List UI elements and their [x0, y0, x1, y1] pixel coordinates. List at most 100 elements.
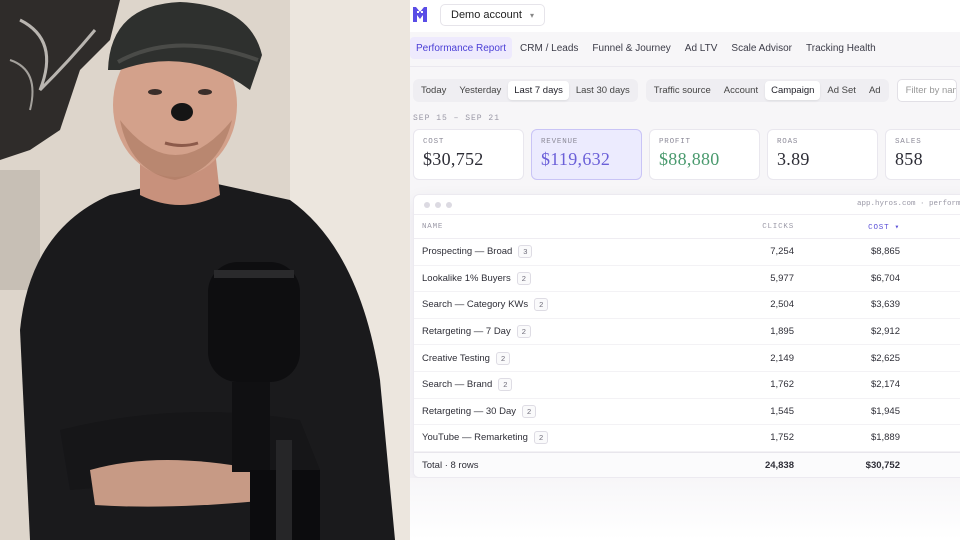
- cost-cell: $1,889: [870, 432, 900, 444]
- bottom-fade: [410, 478, 960, 540]
- kpi-value: $30,752: [423, 149, 484, 169]
- tab-scale-advisor[interactable]: Scale Advisor: [725, 37, 798, 59]
- ad-count-badge: 2: [534, 298, 549, 312]
- clicks-cell: 1,762: [770, 379, 794, 391]
- clicks-cell: 1,895: [770, 326, 794, 338]
- page-url: app.hyros.com · performance: [857, 200, 960, 208]
- chevron-down-icon: ▾: [529, 10, 534, 20]
- table-row[interactable]: Retargeting — 7 Day 2 1,895 $2,912: [414, 319, 960, 346]
- total-clicks: 24,838: [764, 459, 794, 471]
- tab-ad-ltv[interactable]: Ad LTV: [679, 37, 724, 59]
- browser-chrome: app.hyros.com · performance: [414, 195, 960, 215]
- level-campaign[interactable]: Campaign: [765, 81, 821, 100]
- table-row[interactable]: Retargeting — 30 Day 2 1,545 $1,945: [414, 399, 960, 426]
- campaign-name: Search — Brand: [422, 379, 493, 391]
- total-cost: $30,752: [865, 459, 900, 471]
- ad-count-badge: 3: [518, 245, 533, 259]
- filter-by-name-input[interactable]: Filter by name: [896, 79, 957, 102]
- ad-count-badge: 2: [533, 431, 549, 445]
- nav-divider: [410, 66, 960, 67]
- kpi-profit[interactable]: PROFIT $88,880: [649, 129, 760, 180]
- total-label: Total · 8 rows: [422, 459, 479, 471]
- clicks-cell: 1,752: [770, 432, 794, 444]
- table-row[interactable]: Creative Testing 2 2,149 $2,625: [414, 345, 960, 372]
- column-header-cost[interactable]: COST ▾: [854, 222, 900, 232]
- table-row[interactable]: Search — Brand 2 1,762 $2,174: [414, 372, 960, 399]
- analytics-app: Demo account ▾ Performance Report CRM / …: [410, 0, 960, 540]
- table-row[interactable]: Lookalike 1% Buyers 2 5,977 $6,704: [414, 266, 960, 293]
- cost-cell: $8,865: [870, 246, 900, 258]
- campaign-name: Lookalike 1% Buyers: [422, 272, 511, 284]
- table-row[interactable]: Prospecting — Broad 3 7,254 $8,865: [414, 239, 960, 266]
- range-last-7-days[interactable]: Last 7 days: [508, 81, 569, 100]
- table-row[interactable]: Search — Category KWs 2 2,504 $3,639: [414, 292, 960, 319]
- campaign-name-cell: Search — Category KWs 2: [422, 298, 549, 312]
- brand-logo-icon[interactable]: [412, 6, 428, 24]
- range-yesterday[interactable]: Yesterday: [453, 81, 507, 100]
- window-dot-icon: [424, 201, 430, 208]
- campaign-name-cell: Retargeting — 7 Day 2: [422, 325, 531, 339]
- clicks-cell: 2,504: [770, 299, 794, 311]
- clicks-cell: 2,149: [770, 352, 794, 364]
- kpi-revenue[interactable]: REVENUE $119,632: [531, 129, 642, 180]
- presenter-illustration: [0, 0, 410, 540]
- column-header-name[interactable]: NAME: [422, 223, 443, 231]
- campaign-name: Creative Testing: [422, 352, 490, 364]
- clicks-cell: 1,545: [770, 405, 794, 417]
- kpi-row: COST $30,752 REVENUE $119,632 PROFIT $88…: [413, 129, 960, 180]
- cost-cell: $2,912: [870, 326, 900, 338]
- ad-count-badge: 2: [498, 378, 513, 392]
- ad-count-badge: 2: [516, 325, 531, 339]
- campaign-name-cell: Prospecting — Broad 3: [422, 245, 533, 259]
- kpi-value: 858: [895, 149, 923, 169]
- table-header: NAME CLICKS COST ▾: [414, 215, 960, 239]
- kpi-label: COST: [423, 138, 445, 146]
- campaign-name-cell: Retargeting — 30 Day 2: [422, 404, 537, 418]
- clicks-cell: 5,977: [770, 272, 794, 284]
- cost-cell: $6,704: [870, 272, 900, 284]
- cost-cell: $2,174: [870, 379, 900, 391]
- range-today[interactable]: Today: [415, 81, 452, 100]
- tab-performance-report[interactable]: Performance Report: [410, 37, 513, 59]
- campaign-name-cell: Lookalike 1% Buyers 2: [422, 271, 531, 285]
- kpi-label: SALES: [895, 138, 922, 146]
- level-ad-set[interactable]: Ad Set: [821, 81, 862, 100]
- kpi-label: REVENUE: [541, 138, 579, 146]
- campaign-name-cell: YouTube — Remarketing 2: [422, 431, 549, 445]
- main-nav: Performance Report CRM / Leads Funnel & …: [410, 37, 882, 61]
- window-dot-icon: [435, 201, 441, 208]
- presenter-video: [0, 0, 410, 540]
- level-ad[interactable]: Ad: [863, 81, 887, 100]
- campaign-name-cell: Search — Brand 2: [422, 378, 513, 392]
- table-row[interactable]: YouTube — Remarketing 2 1,752 $1,889: [414, 425, 960, 452]
- range-last-30-days[interactable]: Last 30 days: [570, 81, 636, 100]
- level-traffic-source[interactable]: Traffic source: [648, 81, 717, 100]
- window-dot-icon: [446, 201, 452, 208]
- column-header-clicks[interactable]: CLICKS: [754, 223, 794, 231]
- kpi-label: PROFIT: [659, 138, 691, 146]
- account-selector[interactable]: Demo account ▾: [440, 4, 545, 26]
- account-label: Demo account: [451, 9, 522, 21]
- kpi-cost[interactable]: COST $30,752: [413, 129, 524, 180]
- date-range-label: SEP 15 – SEP 21: [413, 114, 501, 123]
- table-total-row: Total · 8 rows 24,838 $30,752: [414, 451, 960, 477]
- date-range-selector: Today Yesterday Last 7 days Last 30 days: [413, 79, 638, 102]
- level-account[interactable]: Account: [718, 81, 764, 100]
- campaign-name-cell: Creative Testing 2: [422, 351, 511, 365]
- cost-cell: $2,625: [870, 352, 900, 364]
- kpi-value: 3.89: [777, 149, 810, 169]
- kpi-sales[interactable]: SALES 858: [885, 129, 960, 180]
- cost-cell: $1,945: [870, 405, 900, 417]
- level-selector: Traffic source Account Campaign Ad Set A…: [645, 79, 889, 102]
- campaign-table-card: app.hyros.com · performance NAME CLICKS …: [413, 194, 960, 478]
- filter-bar: Today Yesterday Last 7 days Last 30 days…: [413, 79, 957, 102]
- kpi-label: ROAS: [777, 138, 799, 146]
- tab-funnel-journey[interactable]: Funnel & Journey: [586, 37, 676, 59]
- tab-crm-leads[interactable]: CRM / Leads: [514, 37, 584, 59]
- campaign-name: YouTube — Remarketing: [422, 432, 528, 444]
- tab-tracking-health[interactable]: Tracking Health: [800, 37, 882, 59]
- campaign-name: Prospecting — Broad: [422, 246, 513, 258]
- ad-count-badge: 2: [522, 404, 537, 418]
- kpi-value: $88,880: [659, 149, 720, 169]
- kpi-roas[interactable]: ROAS 3.89: [767, 129, 878, 180]
